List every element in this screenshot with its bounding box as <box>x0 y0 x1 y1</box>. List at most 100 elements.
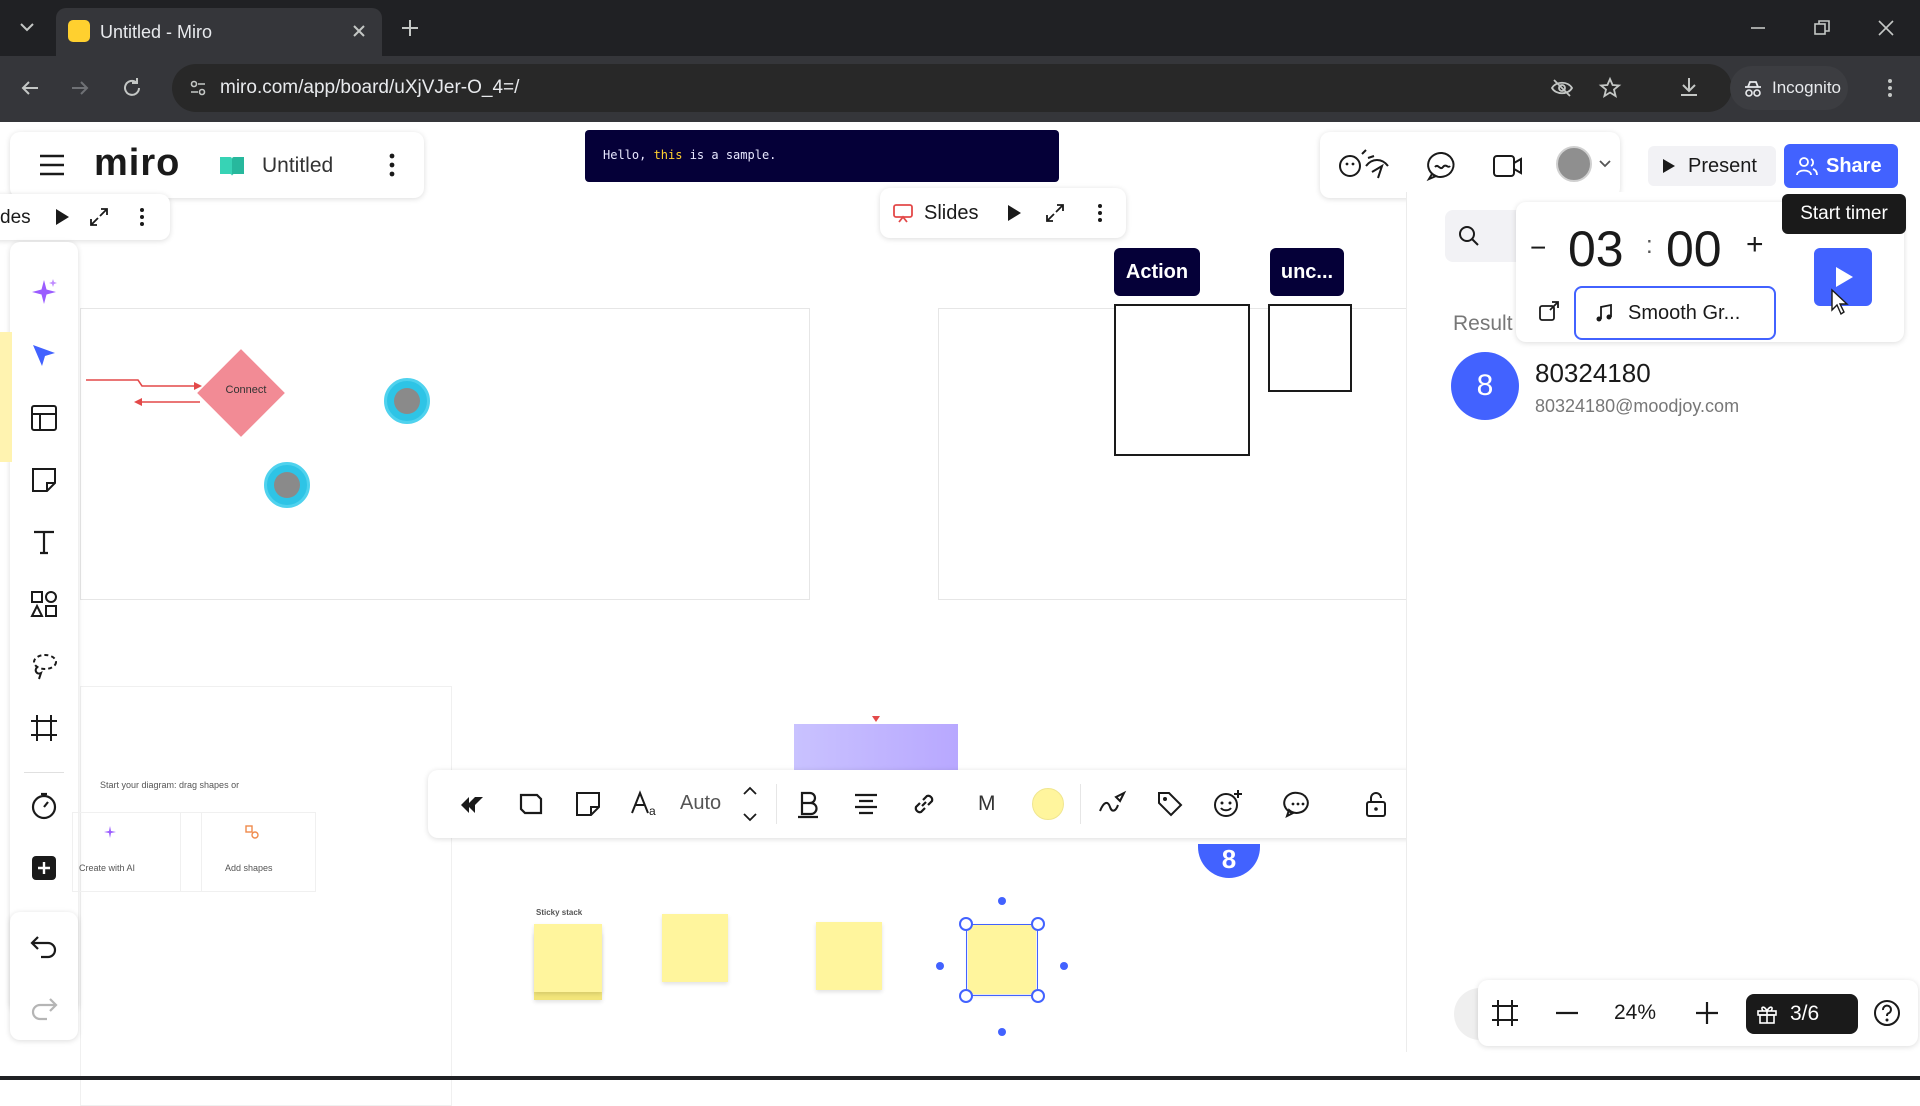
sticky-note[interactable] <box>662 914 728 982</box>
fill-color-swatch[interactable] <box>1032 788 1064 820</box>
timer-music-select[interactable]: Smooth Gr... <box>1574 286 1776 340</box>
board-frame-left[interactable] <box>80 308 810 600</box>
expand-slides-left-icon[interactable] <box>88 206 110 228</box>
align-text-icon[interactable] <box>842 770 890 838</box>
slides-left-label[interactable]: des <box>0 207 31 229</box>
connector-point[interactable] <box>998 1028 1006 1036</box>
bold-icon[interactable] <box>784 770 832 838</box>
browser-address-bar: miro.com/app/board/uXjVJer-O_4=/ Incogni… <box>0 56 1920 122</box>
undo-icon[interactable] <box>20 922 68 970</box>
select-tool-icon[interactable] <box>20 332 68 380</box>
fit-to-screen-icon[interactable] <box>1490 998 1520 1028</box>
sticky-note[interactable] <box>816 922 882 990</box>
add-reaction-icon[interactable] <box>1204 770 1252 838</box>
result-item[interactable]: 8 80324180 80324180@moodjoy.com <box>1451 352 1781 432</box>
zoom-out-icon[interactable] <box>1554 1002 1580 1024</box>
eye-off-icon[interactable] <box>1550 76 1574 100</box>
resize-handle[interactable] <box>1031 917 1045 931</box>
play-slides-left-icon[interactable] <box>54 208 70 226</box>
action-box[interactable] <box>1114 304 1250 456</box>
add-shapes-card[interactable]: Add shapes <box>180 812 316 892</box>
undo-redo-panel <box>10 912 78 1040</box>
new-tab-icon[interactable] <box>398 16 422 40</box>
tag-icon[interactable] <box>1146 770 1194 838</box>
reactions-icon[interactable] <box>1338 148 1398 182</box>
present-slides-play-icon[interactable] <box>1006 204 1022 222</box>
comment-icon[interactable] <box>1274 770 1322 838</box>
slides-label[interactable]: Slides <box>924 202 978 225</box>
video-call-icon[interactable] <box>1492 152 1524 180</box>
hamburger-menu-icon[interactable] <box>38 152 66 178</box>
browser-tab[interactable]: Untitled - Miro <box>56 8 382 56</box>
timer-tool-icon[interactable] <box>20 782 68 830</box>
download-icon[interactable] <box>1676 74 1702 100</box>
user-avatar-sticker[interactable] <box>264 462 310 508</box>
connector-point[interactable] <box>1060 962 1068 970</box>
shapes-tool-icon[interactable] <box>20 580 68 628</box>
font-size-auto[interactable]: Auto <box>680 792 721 815</box>
templates-tool-icon[interactable] <box>20 394 68 442</box>
link-icon[interactable] <box>900 770 948 838</box>
timer-plus-button[interactable]: + <box>1746 228 1764 262</box>
lock-icon[interactable] <box>1352 770 1400 838</box>
close-tab-icon[interactable] <box>348 20 370 42</box>
text-tool-icon[interactable] <box>20 518 68 566</box>
zoom-in-icon[interactable] <box>1694 1000 1720 1026</box>
pages-button[interactable]: 3/6 <box>1746 994 1858 1034</box>
miro-board[interactable]: miro Untitled Hello, this is a sample. d… <box>0 122 1920 1106</box>
redo-icon[interactable] <box>20 984 68 1032</box>
help-icon[interactable] <box>1872 998 1902 1028</box>
connector-point[interactable] <box>936 962 944 970</box>
sticky-shape-icon[interactable] <box>564 770 612 838</box>
bookmark-star-icon[interactable] <box>1598 76 1622 100</box>
lasso-tool-icon[interactable] <box>20 642 68 690</box>
slides-more-icon[interactable] <box>1090 202 1110 224</box>
close-window-icon[interactable] <box>1876 18 1896 38</box>
site-info-icon[interactable] <box>188 78 208 98</box>
unc-tag[interactable]: unc... <box>1270 248 1344 296</box>
omnibox[interactable]: miro.com/app/board/uXjVJer-O_4=/ <box>172 64 1732 112</box>
forward-icon[interactable] <box>68 76 92 100</box>
board-frame-diagram[interactable] <box>80 686 452 1106</box>
timer-seconds[interactable]: 00 <box>1666 220 1722 278</box>
sticky-note-tool-icon[interactable] <box>20 456 68 504</box>
unc-box[interactable] <box>1268 304 1352 392</box>
reload-icon[interactable] <box>120 76 144 100</box>
edit-connect-icon[interactable] <box>1088 770 1136 838</box>
switch-type-icon[interactable] <box>448 770 496 838</box>
font-size-stepper-icon[interactable] <box>742 784 758 824</box>
font-style-icon[interactable]: a <box>622 770 670 838</box>
sticky-stack[interactable] <box>534 924 604 1000</box>
minimize-window-icon[interactable] <box>1748 18 1768 38</box>
ai-sparkle-tool-icon[interactable] <box>20 268 68 316</box>
resize-handle[interactable] <box>959 917 973 931</box>
chat-icon[interactable] <box>1426 150 1458 182</box>
zoom-level[interactable]: 24% <box>1614 1001 1656 1025</box>
connector-point[interactable] <box>998 897 1006 905</box>
tab-list-chevron-icon[interactable] <box>16 16 38 38</box>
user-avatar-sticker[interactable] <box>384 378 430 424</box>
browser-menu-icon[interactable] <box>1878 76 1902 100</box>
back-icon[interactable] <box>18 76 42 100</box>
present-button[interactable]: Present <box>1648 146 1776 186</box>
board-more-icon[interactable] <box>380 152 404 178</box>
timer-minus-button[interactable]: − <box>1530 232 1546 264</box>
frame-tool-icon[interactable] <box>20 704 68 752</box>
restore-window-icon[interactable] <box>1812 18 1832 38</box>
m-label[interactable]: M <box>978 792 996 816</box>
resize-handle[interactable] <box>959 989 973 1003</box>
incognito-badge[interactable]: Incognito <box>1730 66 1848 110</box>
timer-external-icon[interactable] <box>1538 300 1560 322</box>
collaborator-cursor-badge[interactable]: 8 <box>1198 844 1260 878</box>
more-apps-plus-icon[interactable] <box>20 844 68 892</box>
resize-handle[interactable] <box>1031 989 1045 1003</box>
action-tag[interactable]: Action <box>1114 248 1200 296</box>
expand-slides-icon[interactable] <box>1044 202 1066 224</box>
shape-outline-icon[interactable] <box>506 770 554 838</box>
user-avatar-menu[interactable] <box>1556 144 1612 186</box>
board-title[interactable]: Untitled <box>262 154 333 178</box>
slides-left-more-icon[interactable] <box>132 206 152 228</box>
miro-logo[interactable]: miro <box>94 142 180 185</box>
share-button[interactable]: Share <box>1784 144 1898 188</box>
timer-minutes[interactable]: 03 <box>1568 220 1624 278</box>
